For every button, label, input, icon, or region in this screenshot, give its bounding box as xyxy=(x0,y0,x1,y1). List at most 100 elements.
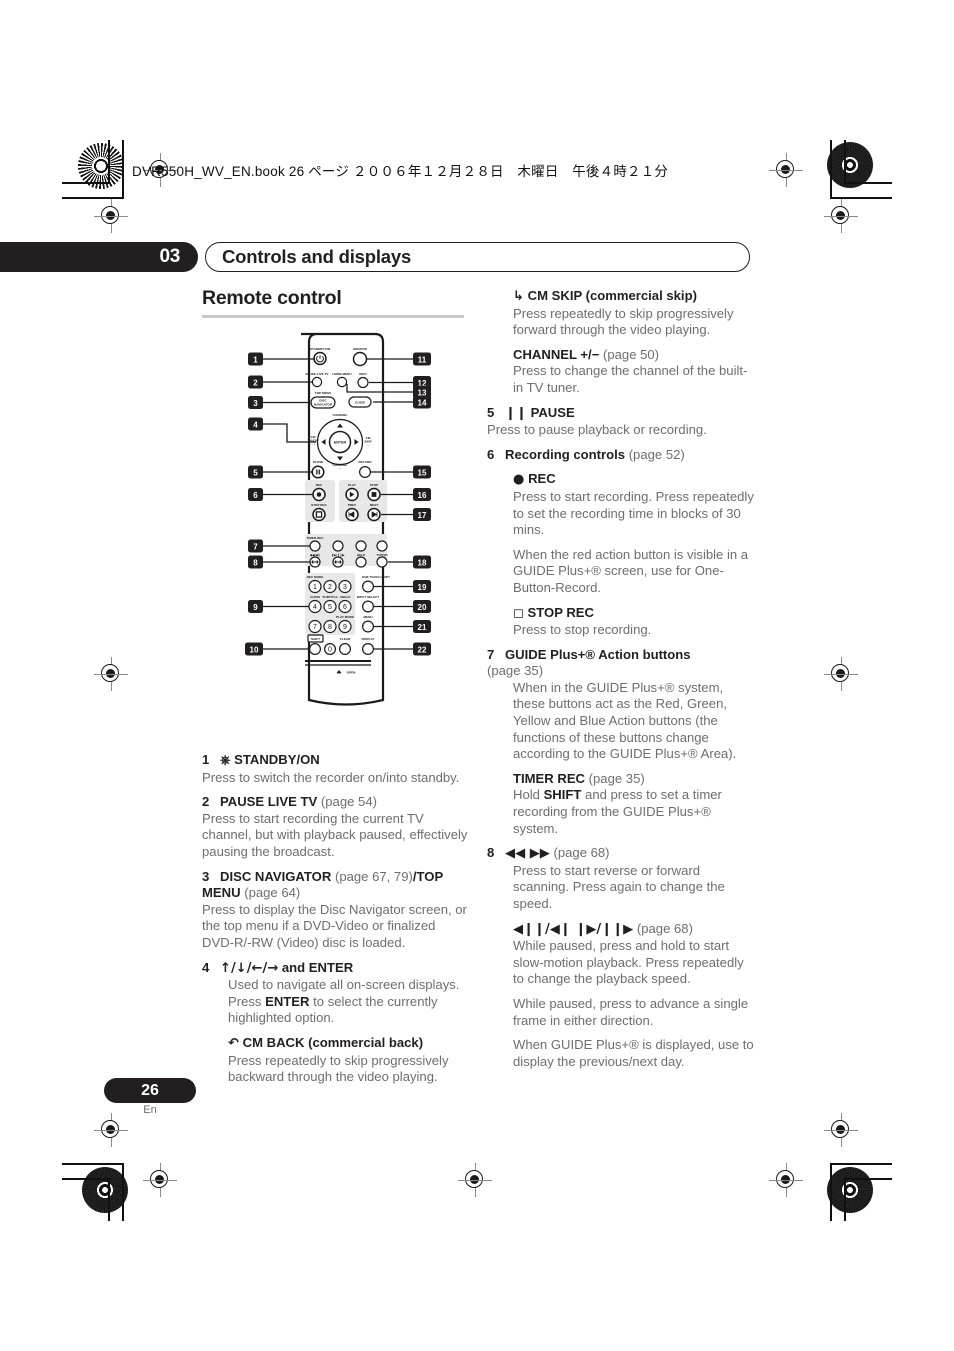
svg-text:3: 3 xyxy=(343,584,347,591)
crop-mark-bl-h xyxy=(62,1163,124,1165)
item-1-heading: 1 ⎈ STANDBY/ON xyxy=(202,752,468,770)
rec-heading: ● REC xyxy=(487,471,755,489)
stop-rec-block: ◻ STOP REC Press to stop recording. xyxy=(487,605,755,639)
svg-text:8: 8 xyxy=(253,559,258,568)
registration-cross-bottom-center xyxy=(458,1163,492,1197)
item-2-page-ref: (page 54) xyxy=(320,794,377,810)
stop-rec-title: STOP REC xyxy=(527,604,594,620)
svg-text:8: 8 xyxy=(328,624,332,631)
item-3-page-ref2: (page 64) xyxy=(244,885,301,901)
svg-text:10: 10 xyxy=(250,646,259,655)
left-text-column: 1 ⎈ STANDBY/ON Press to switch the record… xyxy=(202,752,468,1086)
item-7-body: When in the GUIDE Plus+® system, these b… xyxy=(513,679,737,762)
item-2-heading: 2 PAUSE LIVE TV (page 54) xyxy=(202,794,468,811)
svg-text:PREV: PREV xyxy=(348,503,357,507)
item-5-number: 5 xyxy=(487,404,495,420)
svg-text:SHIFT: SHIFT xyxy=(311,637,320,641)
item-8-heading: 8 ◀◀ ▶▶ (page 68) xyxy=(487,845,755,863)
stop-rec-heading: ◻ STOP REC xyxy=(487,605,755,623)
registration-cross-top-right xyxy=(769,153,803,187)
item-4-number: 4 xyxy=(202,959,210,975)
slow-motion-body-3: When GUIDE Plus+® is displayed, use to d… xyxy=(513,1037,754,1069)
channel-body: Press to change the channel of the built… xyxy=(513,363,748,395)
item-6-page-ref: (page 52) xyxy=(628,446,685,462)
slow-motion-body-2: While paused, press to advance a single … xyxy=(513,995,749,1028)
svg-text:ENTER: ENTER xyxy=(334,441,347,445)
item-4-heading: 4 ↑/↓/←/→ and ENTER xyxy=(202,960,468,978)
cm-skip-heading: ↳ CM SKIP (commercial skip) xyxy=(487,288,755,306)
svg-text:19: 19 xyxy=(418,583,427,592)
item-7-heading: 7 GUIDE Plus+® Action buttons (page 35) xyxy=(487,647,755,680)
registration-cross-left-lower xyxy=(94,1113,128,1147)
crop-mark-bl2-v xyxy=(108,1178,110,1221)
item-4-body: Used to navigate all on-screen displays.… xyxy=(202,977,468,1027)
item-6-heading: 6 Recording controls (page 52) xyxy=(487,447,755,464)
item-3-title: DISC NAVIGATOR xyxy=(220,868,332,884)
svg-text:OPEN: OPEN xyxy=(347,671,357,675)
item-3-heading: 3 DISC NAVIGATOR (page 67, 79)/TOP MENU (… xyxy=(202,869,468,902)
item-7-page-ref: (page 35) xyxy=(487,663,544,679)
cm-skip-title: CM SKIP (commercial skip) xyxy=(527,288,697,303)
svg-text:→: → xyxy=(366,444,369,448)
record-dot-icon: ● xyxy=(513,472,525,488)
svg-text:STOP: STOP xyxy=(370,483,378,487)
svg-text:SUBTITLE: SUBTITLE xyxy=(322,595,337,599)
svg-text:14: 14 xyxy=(418,399,427,408)
page-title: Remote control xyxy=(202,287,342,309)
item-8-body: Press to start reverse or forward scanni… xyxy=(513,862,725,911)
svg-text:22: 22 xyxy=(418,646,427,655)
item-7-block: 7 GUIDE Plus+® Action buttons (page 35) W… xyxy=(487,647,755,763)
crop-mark-br2-h xyxy=(844,1178,892,1180)
item-2-number: 2 xyxy=(202,794,210,810)
cm-back-heading: ↶ CM BACK (commercial back) xyxy=(202,1035,468,1053)
svg-text:2: 2 xyxy=(253,379,258,388)
item-8-block: 8 ◀◀ ▶▶ (page 68) Press to start reverse … xyxy=(487,845,755,912)
item-1-body: Press to switch the recorder on/into sta… xyxy=(202,769,460,785)
crop-mark-br-h xyxy=(830,1163,892,1165)
timer-rec-heading: TIMER REC (page 35) xyxy=(487,771,755,788)
item-3-page-ref: (page 67, 79) xyxy=(334,868,413,884)
section-divider xyxy=(202,315,464,318)
channel-heading: CHANNEL +/− (page 50) xyxy=(487,347,755,364)
svg-text:PLAY: PLAY xyxy=(348,483,357,487)
item-3-block: 3 DISC NAVIGATOR (page 67, 79)/TOP MENU (… xyxy=(202,869,468,952)
crop-mark-br2-v xyxy=(844,1178,846,1221)
svg-text:ANGLE: ANGLE xyxy=(340,595,351,599)
svg-text:STANDBY/ON: STANDBY/ON xyxy=(310,347,331,351)
crop-mark-tr2-h xyxy=(844,182,892,184)
crop-mark-bl2-h xyxy=(62,1178,110,1180)
svg-text:7: 7 xyxy=(313,624,317,631)
rec-body-1: Press to start recording. Press repeated… xyxy=(513,488,754,538)
svg-text:11: 11 xyxy=(418,356,427,365)
svg-text:←•: ←• xyxy=(311,442,315,446)
item-4-body-bold: ENTER xyxy=(265,993,310,1009)
registration-star-bottom-right xyxy=(827,1167,873,1213)
svg-text:TOP MENU: TOP MENU xyxy=(315,391,332,395)
timer-rec-body-bold: SHIFT xyxy=(543,787,582,803)
cm-back-body: Press repeatedly to skip progressively b… xyxy=(228,1052,449,1085)
channel-page-ref: (page 50) xyxy=(602,346,660,362)
rec-guideplus-block: When the red action button is visible in… xyxy=(487,547,755,597)
item-8-page-ref: (page 68) xyxy=(553,845,610,861)
item-5-heading: 5 ❙❙ PAUSE xyxy=(487,405,755,423)
item-2-body: Press to start recording the current TV … xyxy=(202,810,468,859)
remote-control-diagram: .bd { fill:#fff; stroke:#1a1a1a; stroke-… xyxy=(243,330,433,740)
item-1-title: STANDBY/ON xyxy=(234,752,320,767)
crop-mark-tr-v xyxy=(830,140,832,198)
svg-text:GUIDE: GUIDE xyxy=(355,401,365,405)
svg-text:20: 20 xyxy=(418,603,427,612)
svg-text:REC: REC xyxy=(316,483,323,487)
svg-text:–: – xyxy=(339,467,341,471)
svg-text:NAVIGATOR: NAVIGATOR xyxy=(314,403,333,407)
svg-text:1: 1 xyxy=(253,356,258,365)
guideplus-day-block: When GUIDE Plus+® is displayed, use to d… xyxy=(487,1037,755,1070)
slow-motion-body-1: While paused, press and hold to start sl… xyxy=(513,938,744,987)
item-2-block: 2 PAUSE LIVE TV (page 54) Press to start … xyxy=(202,794,468,860)
arrow-keys-icon: ↑/↓/←/→ xyxy=(220,960,279,976)
item-3-body: Press to display the Disc Navigator scre… xyxy=(202,901,467,950)
svg-text:16: 16 xyxy=(418,491,427,500)
crop-mark-tl2-h xyxy=(62,182,110,184)
svg-text:4: 4 xyxy=(313,604,317,611)
channel-block: CHANNEL +/− (page 50) Press to change th… xyxy=(487,347,755,397)
svg-text:HDD/DVD: HDD/DVD xyxy=(353,347,368,351)
